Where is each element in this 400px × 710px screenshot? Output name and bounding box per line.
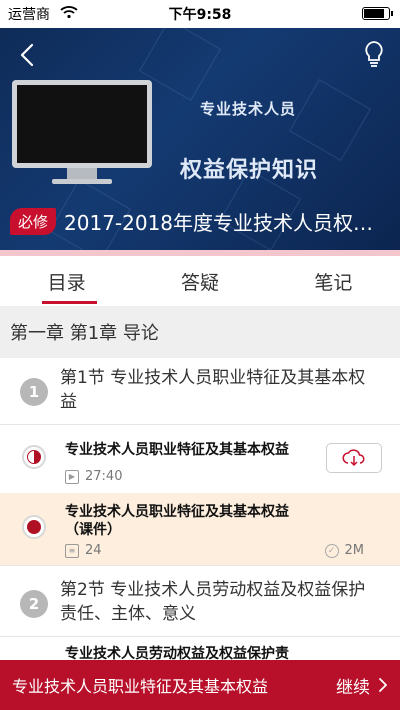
lesson-title: 专业技术人员劳动权益及权益保护责 [65,646,289,660]
section-row[interactable]: 2 第2节 专业技术人员劳动权益及权益保护责任、主体、意义 [0,566,400,636]
lesson-progress-indicator [22,515,46,539]
document-icon: ≡ [65,543,79,558]
lesson-duration: 27:40 [85,469,123,484]
check-circle-icon: ✓ [324,543,339,558]
course-title: 2017-2018年度专业技术人员权益保护知识 [64,210,390,235]
banner-subtitle: 专业技术人员 [200,100,297,118]
chevron-right-icon [379,678,387,692]
lesson-size: ✓ 2M [324,543,365,558]
course-title-row: 必修 2017-2018年度专业技术人员权益保护知识 [10,206,390,236]
section-row[interactable]: 1 第1节 专业技术人员职业特征及其基本权益 [0,358,400,424]
section-number-badge: 2 [20,590,48,618]
lesson-progress-indicator [22,445,46,469]
lightbulb-icon [365,41,383,67]
monitor-illustration [12,80,152,188]
hint-button[interactable] [360,38,388,70]
section-title: 第2节 专业技术人员劳动权益及权益保护责任、主体、意义 [60,580,366,624]
tab-bar: 目录 答疑 笔记 [0,256,400,306]
lesson-row-current[interactable]: 专业技术人员职业特征及其基本权益（课件） ≡ 24 ✓ 2M [0,493,400,565]
required-badge: 必修 [10,207,57,235]
continue-lesson-title: 专业技术人员职业特征及其基本权益 [12,677,269,696]
chevron-left-icon [20,43,34,67]
section-number-badge: 1 [20,378,48,406]
lesson-meta: ≡ 24 [65,543,102,558]
back-button[interactable] [14,40,40,70]
tab-notes[interactable]: 笔记 [267,256,400,306]
status-time: 下午9:58 [168,7,232,23]
chapter-header: 第一章 第1章 导论 [0,306,400,358]
chapter-label: 第一章 第1章 导论 [10,323,159,344]
continue-label: 继续 [336,677,370,698]
continue-button[interactable]: 继续 [336,673,388,698]
battery-icon [362,7,393,20]
lesson-title: 专业技术人员职业特征及其基本权益 [65,442,289,458]
download-icon [342,449,365,467]
status-bar: 运营商 下午9:58 [0,0,400,28]
download-button[interactable] [326,443,382,473]
lesson-row[interactable]: 专业技术人员职业特征及其基本权益 ▶ 27:40 [0,425,400,493]
lesson-row[interactable]: 专业技术人员劳动权益及权益保护责 [0,637,400,660]
section-title: 第1节 专业技术人员职业特征及其基本权益 [60,368,366,412]
banner-decoration [289,79,371,161]
lesson-title: 专业技术人员职业特征及其基本权益（课件） [65,504,289,538]
tab-catalog[interactable]: 目录 [0,256,133,306]
lesson-file-size: 2M [344,543,365,558]
banner-title: 权益保护知识 [180,158,319,183]
catalog-list: 1 第1节 专业技术人员职业特征及其基本权益 专业技术人员职业特征及其基本权益 … [0,358,400,660]
tab-qa[interactable]: 答疑 [133,256,266,306]
continue-bar[interactable]: 专业技术人员职业特征及其基本权益 继续 [0,660,400,710]
lesson-page-count: 24 [85,543,102,558]
video-icon: ▶ [65,469,79,484]
course-banner: 专业技术人员 权益保护知识 必修 2017-2018年度专业技术人员权益保护知识 [0,0,400,250]
lesson-meta: ▶ 27:40 [65,469,122,484]
